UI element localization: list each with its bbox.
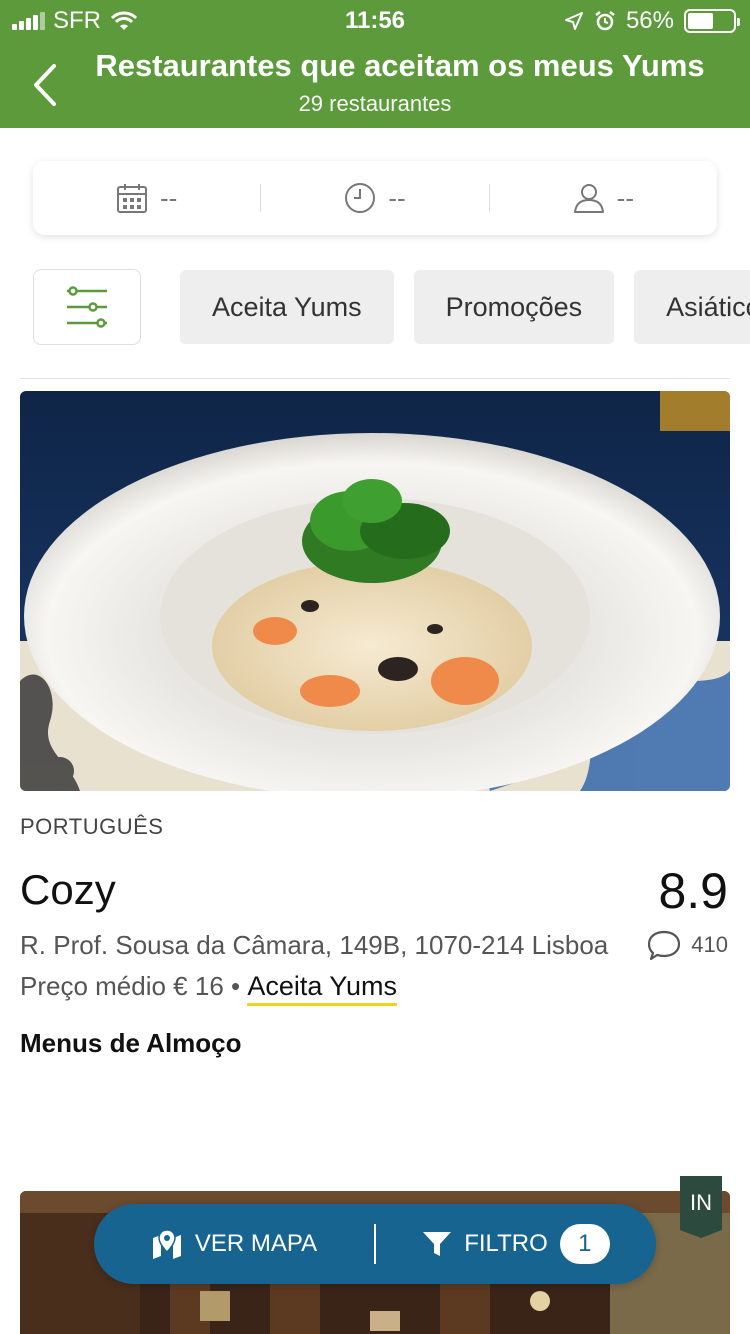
restaurant-photo[interactable] — [20, 391, 730, 791]
location-arrow-icon — [564, 12, 583, 30]
price-line: Preço médio € 16 • Aceita Yums — [20, 971, 397, 1006]
battery-fill — [688, 13, 713, 29]
dish-image — [20, 391, 730, 791]
app-screen: SFR 11:56 56% Restaurantes que aceitam o… — [0, 0, 750, 1334]
menus-label: Menus de Almoço — [20, 1028, 242, 1058]
battery-percent: 56% — [625, 7, 674, 34]
filter-count-badge: 1 — [559, 1224, 610, 1264]
people-selector[interactable]: -- — [490, 182, 717, 214]
map-button-label: VER MAPA — [194, 1230, 318, 1257]
rating-score: 8.9 — [658, 863, 728, 919]
header: SFR 11:56 56% Restaurantes que aceitam o… — [0, 0, 750, 128]
date-selector[interactable]: -- — [33, 182, 260, 214]
accepts-yums-label: Aceita Yums — [247, 971, 397, 1006]
battery-icon — [684, 9, 740, 33]
person-icon — [573, 184, 604, 213]
map-pin-icon — [152, 1229, 181, 1259]
search-summary-card[interactable]: -- -- -- — [33, 161, 717, 235]
people-value: -- — [616, 182, 634, 213]
funnel-icon — [423, 1232, 452, 1256]
review-count-value: 410 — [691, 932, 728, 957]
in-badge-label: IN — [690, 1190, 712, 1215]
date-value: -- — [160, 182, 178, 213]
page-subtitle: 29 restaurantes — [298, 91, 452, 116]
speech-bubble-icon — [648, 930, 681, 961]
cuisine-label: PORTUGUÊS — [20, 814, 164, 839]
dot-separator: • — [231, 971, 241, 1001]
alarm-icon — [595, 11, 615, 31]
map-button[interactable]: VER MAPA — [94, 1228, 374, 1260]
average-price: Preço médio € 16 — [20, 971, 224, 1001]
restaurant-name[interactable]: Cozy — [20, 866, 116, 914]
clock-icon — [345, 183, 376, 213]
section-divider — [20, 378, 730, 379]
review-count[interactable]: 410 — [647, 929, 728, 961]
filter-button-label: FILTRO — [464, 1230, 548, 1257]
calendar-icon — [117, 184, 147, 213]
sliders-icon — [67, 286, 107, 328]
time-value: -- — [388, 182, 406, 213]
chip-aceita-yums[interactable]: Aceita Yums — [180, 270, 394, 344]
page-title: Restaurantes que aceitam os meus Yums — [95, 48, 705, 83]
status-bar: SFR 11:56 56% — [0, 0, 750, 40]
filter-chips: Aceita Yums Promoções Asiático — [180, 270, 750, 344]
chip-promocoes[interactable]: Promoções — [413, 270, 615, 344]
filter-button[interactable]: FILTRO 1 — [376, 1224, 656, 1264]
chip-asiatico[interactable]: Asiático — [634, 270, 750, 344]
in-badge: IN — [680, 1176, 722, 1238]
filter-settings-button[interactable] — [33, 269, 141, 345]
time-selector[interactable]: -- — [261, 182, 488, 214]
restaurant-address: R. Prof. Sousa da Câmara, 149B, 1070-214… — [20, 930, 609, 960]
floating-action-bar: VER MAPA FILTRO 1 — [94, 1204, 656, 1284]
